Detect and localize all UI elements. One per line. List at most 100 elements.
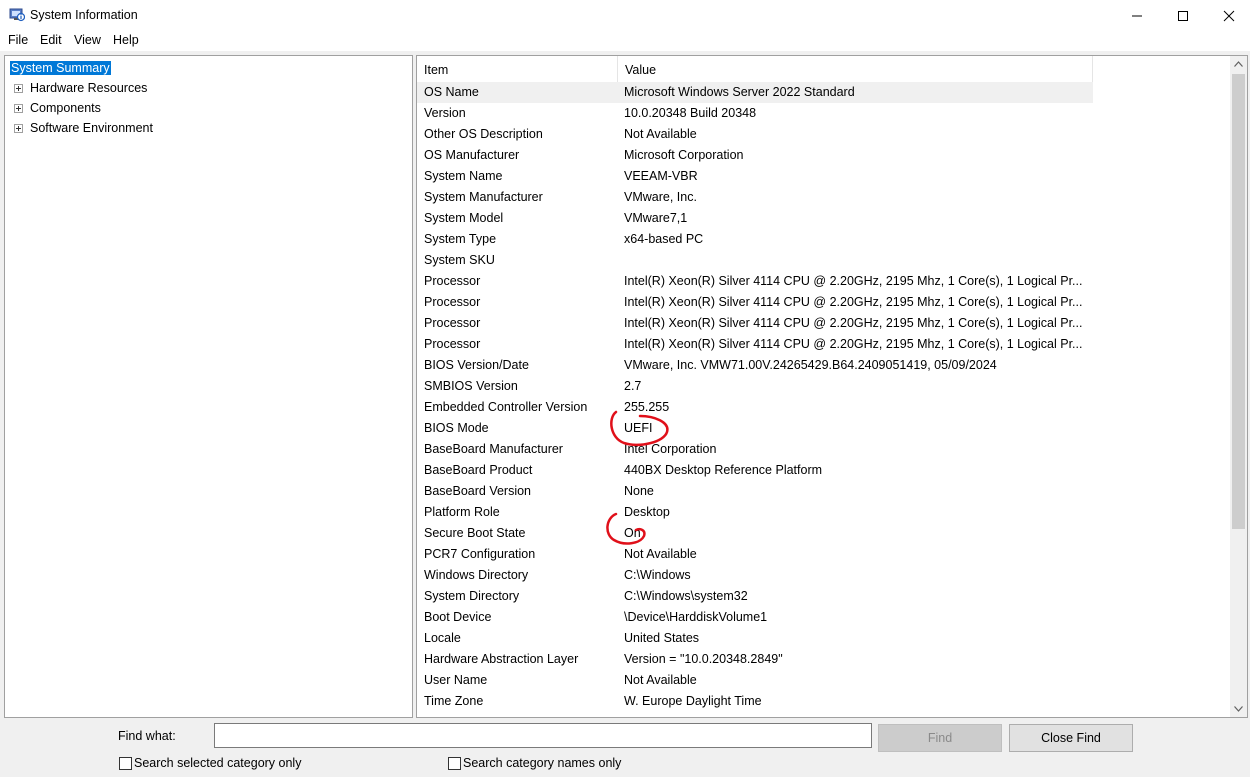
search-category-names-checkbox[interactable] xyxy=(448,757,461,770)
row-value-cell: Not Available xyxy=(624,673,697,687)
menu-bar: File Edit View Help xyxy=(0,31,1250,51)
table-row[interactable]: System Name VEEAM-VBR xyxy=(417,166,1093,187)
row-item-cell: BaseBoard Version xyxy=(424,484,532,498)
row-value-cell: VEEAM-VBR xyxy=(624,169,698,183)
table-row[interactable]: System Manufacturer VMware, Inc. xyxy=(417,187,1093,208)
table-row[interactable]: Other OS Description Not Available xyxy=(417,124,1093,145)
row-item-cell: OS Name xyxy=(424,85,479,99)
table-row[interactable]: System Model VMware7,1 xyxy=(417,208,1093,229)
row-item-cell: System Directory xyxy=(424,589,520,603)
table-row[interactable]: Version 10.0.20348 Build 20348 xyxy=(417,103,1093,124)
tree-item-software-environment[interactable]: Software Environment xyxy=(30,119,153,137)
table-row[interactable]: BIOS Version/Date VMware, Inc. VMW71.00V.… xyxy=(417,355,1093,376)
table-row[interactable]: System Directory C:\Windows\system32 xyxy=(417,586,1093,607)
table-row[interactable]: Boot Device \Device\HarddiskVolume1 xyxy=(417,607,1093,628)
row-item-cell: Locale xyxy=(424,631,461,645)
row-item-cell: System Model xyxy=(424,211,504,225)
tree-item-components[interactable]: Components xyxy=(30,99,101,117)
search-category-names-label: Search category names only xyxy=(463,756,622,770)
table-row[interactable]: BIOS Mode UEFI xyxy=(417,418,1093,439)
table-row[interactable]: Locale United States xyxy=(417,628,1093,649)
row-item-cell: BaseBoard Manufacturer xyxy=(424,442,563,456)
row-value-cell: UEFI xyxy=(624,421,653,435)
table-row[interactable]: PCR7 Configuration Not Available xyxy=(417,544,1093,565)
maximize-icon xyxy=(1178,10,1188,21)
expand-icon[interactable] xyxy=(14,84,23,93)
table-row[interactable]: Secure Boot State On xyxy=(417,523,1093,544)
close-icon xyxy=(1223,10,1235,21)
row-item-cell: Boot Device xyxy=(424,610,492,624)
table-row[interactable]: Platform Role Desktop xyxy=(417,502,1093,523)
row-item-cell: Embedded Controller Version xyxy=(424,400,588,414)
menu-file[interactable]: File xyxy=(8,33,28,47)
expand-icon[interactable] xyxy=(14,104,23,113)
details-list[interactable]: Item Value OS Name Microsoft Windows Serv… xyxy=(416,55,1248,718)
row-value-cell: VMware, Inc. VMW71.00V.24265429.B64.2409… xyxy=(624,358,997,372)
maximize-button[interactable] xyxy=(1160,0,1206,31)
menu-edit[interactable]: Edit xyxy=(40,33,62,47)
tree-item-system-summary[interactable]: System Summary xyxy=(10,59,111,77)
table-row[interactable]: Time Zone W. Europe Daylight Time xyxy=(417,691,1093,712)
menu-view[interactable]: View xyxy=(74,33,101,47)
row-value-cell: Intel(R) Xeon(R) Silver 4114 CPU @ 2.20G… xyxy=(624,316,1083,330)
table-row[interactable]: BaseBoard Product 440BX Desktop Reference… xyxy=(417,460,1093,481)
row-item-cell: System Type xyxy=(424,232,497,246)
expand-icon[interactable] xyxy=(14,124,23,133)
column-header-value[interactable]: Value xyxy=(618,56,1093,84)
row-value-cell: 255.255 xyxy=(624,400,670,414)
find-button[interactable]: Find xyxy=(878,724,1002,752)
table-row[interactable]: System SKU xyxy=(417,250,1093,271)
row-value-cell: 2.7 xyxy=(624,379,642,393)
find-input[interactable] xyxy=(214,723,872,748)
row-item-cell: Processor xyxy=(424,295,481,309)
table-row[interactable]: Windows Directory C:\Windows xyxy=(417,565,1093,586)
table-row[interactable]: Processor Intel(R) Xeon(R) Silver 4114 CP… xyxy=(417,292,1093,313)
scroll-thumb[interactable] xyxy=(1232,74,1245,529)
row-value-cell: C:\Windows xyxy=(624,568,691,582)
category-tree[interactable]: System Summary Hardware Resources Compon… xyxy=(4,55,413,718)
row-value-cell: \Device\HarddiskVolume1 xyxy=(624,610,768,624)
table-row[interactable]: SMBIOS Version 2.7 xyxy=(417,376,1093,397)
table-row[interactable]: OS Manufacturer Microsoft Corporation xyxy=(417,145,1093,166)
title-bar[interactable]: System Information xyxy=(0,0,1250,31)
search-selected-category-label: Search selected category only xyxy=(134,756,302,770)
vertical-scrollbar[interactable] xyxy=(1230,56,1247,717)
row-value-cell: Not Available xyxy=(624,127,697,141)
search-selected-category-checkbox[interactable] xyxy=(119,757,132,770)
row-item-cell: Secure Boot State xyxy=(424,526,526,540)
table-row[interactable]: User Name Not Available xyxy=(417,670,1093,691)
table-row[interactable]: BaseBoard Version None xyxy=(417,481,1093,502)
minimize-button[interactable] xyxy=(1114,0,1160,31)
row-value-cell: Intel(R) Xeon(R) Silver 4114 CPU @ 2.20G… xyxy=(624,295,1083,309)
tree-item-hardware-resources[interactable]: Hardware Resources xyxy=(30,79,147,97)
table-row[interactable]: Processor Intel(R) Xeon(R) Silver 4114 CP… xyxy=(417,271,1093,292)
row-value-cell: 10.0.20348 Build 20348 xyxy=(624,106,757,120)
table-row[interactable]: BaseBoard Manufacturer Intel Corporation xyxy=(417,439,1093,460)
row-value-cell: Intel Corporation xyxy=(624,442,717,456)
menu-help[interactable]: Help xyxy=(113,33,139,47)
table-row[interactable]: Hardware Abstraction Layer Version = "10.… xyxy=(417,649,1093,670)
row-value-cell: Desktop xyxy=(624,505,670,519)
row-value-cell: On xyxy=(624,526,641,540)
scroll-down-icon[interactable] xyxy=(1234,706,1243,712)
table-row[interactable]: System Type x64-based PC xyxy=(417,229,1093,250)
close-button[interactable] xyxy=(1206,0,1250,31)
find-what-label: Find what: xyxy=(118,729,176,743)
window-title: System Information xyxy=(30,8,138,22)
close-find-button[interactable]: Close Find xyxy=(1009,724,1133,752)
table-row[interactable]: OS Name Microsoft Windows Server 2022 Sta… xyxy=(417,82,1093,103)
row-item-cell: Hardware Abstraction Layer xyxy=(424,652,579,666)
row-value-cell: Not Available xyxy=(624,547,697,561)
table-row[interactable]: Processor Intel(R) Xeon(R) Silver 4114 CP… xyxy=(417,313,1093,334)
minimize-icon xyxy=(1132,15,1142,16)
column-header-item[interactable]: Item xyxy=(417,56,618,84)
row-item-cell: SMBIOS Version xyxy=(424,379,518,393)
tree-item-label: System Summary xyxy=(10,61,111,75)
row-item-cell: Time Zone xyxy=(424,694,484,708)
row-item-cell: Processor xyxy=(424,274,481,288)
table-row[interactable]: Embedded Controller Version 255.255 xyxy=(417,397,1093,418)
row-value-cell: None xyxy=(624,484,654,498)
scroll-up-icon[interactable] xyxy=(1234,61,1243,67)
row-value-cell: Intel(R) Xeon(R) Silver 4114 CPU @ 2.20G… xyxy=(624,337,1083,351)
table-row[interactable]: Processor Intel(R) Xeon(R) Silver 4114 CP… xyxy=(417,334,1093,355)
